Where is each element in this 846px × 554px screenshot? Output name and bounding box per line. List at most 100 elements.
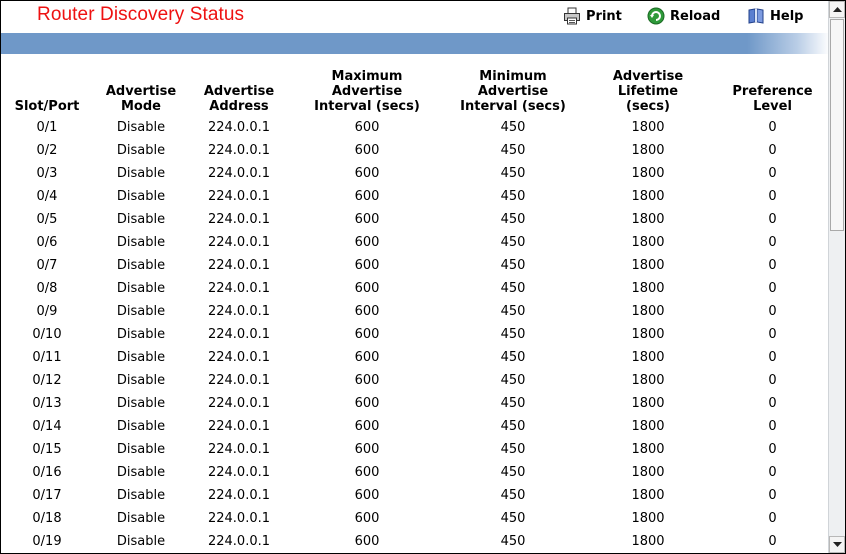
cell-advertise-address: 224.0.0.1 — [207, 304, 271, 319]
cell-min-interval: 450 — [500, 373, 526, 388]
cell-lifetime: 1800 — [631, 120, 665, 135]
page-title: Router Discovery Status — [37, 4, 245, 25]
cell-slot-port: 0/2 — [36, 143, 58, 158]
header-advertise-address: Advertise Address — [203, 84, 275, 114]
cell-lifetime: 1800 — [631, 327, 665, 342]
cell-min-interval: 450 — [500, 442, 526, 457]
cell-preference-level: 0 — [768, 396, 777, 411]
table-row: 0/7 Disable 224.0.0.1 600 450 1800 0 — [1, 254, 830, 277]
cell-lifetime: 1800 — [631, 373, 665, 388]
cell-min-interval: 450 — [500, 189, 526, 204]
cell-min-interval: 450 — [500, 281, 526, 296]
cell-advertise-address: 224.0.0.1 — [207, 534, 271, 549]
cell-advertise-address: 224.0.0.1 — [207, 281, 271, 296]
cell-advertise-address: 224.0.0.1 — [207, 258, 271, 273]
cell-preference-level: 0 — [768, 373, 777, 388]
scroll-down-button[interactable] — [829, 536, 845, 553]
cell-advertise-address: 224.0.0.1 — [207, 419, 271, 434]
cell-slot-port: 0/12 — [32, 373, 62, 388]
cell-preference-level: 0 — [768, 488, 777, 503]
cell-advertise-address: 224.0.0.1 — [207, 212, 271, 227]
cell-advertise-mode: Disable — [116, 442, 166, 457]
vertical-scrollbar[interactable] — [828, 1, 845, 553]
cell-advertise-address: 224.0.0.1 — [207, 511, 271, 526]
header-max-advertise-interval: Maximum Advertise Interval (secs) — [314, 69, 420, 114]
cell-max-interval: 600 — [354, 189, 380, 204]
cell-advertise-mode: Disable — [116, 373, 166, 388]
cell-slot-port: 0/7 — [36, 258, 58, 273]
cell-advertise-mode: Disable — [116, 304, 166, 319]
cell-slot-port: 0/18 — [32, 511, 62, 526]
cell-advertise-mode: Disable — [116, 281, 166, 296]
table-row: 0/9 Disable 224.0.0.1 600 450 1800 0 — [1, 300, 830, 323]
cell-slot-port: 0/8 — [36, 281, 58, 296]
cell-slot-port: 0/6 — [36, 235, 58, 250]
cell-min-interval: 450 — [500, 350, 526, 365]
cell-lifetime: 1800 — [631, 442, 665, 457]
cell-lifetime: 1800 — [631, 534, 665, 549]
cell-advertise-mode: Disable — [116, 258, 166, 273]
header-slot-port: Slot/Port — [14, 99, 80, 114]
cell-min-interval: 450 — [500, 166, 526, 181]
cell-advertise-address: 224.0.0.1 — [207, 373, 271, 388]
cell-max-interval: 600 — [354, 511, 380, 526]
reload-label: Reload — [670, 8, 721, 24]
cell-max-interval: 600 — [354, 396, 380, 411]
cell-advertise-mode: Disable — [116, 166, 166, 181]
cell-min-interval: 450 — [500, 120, 526, 135]
help-button[interactable]: Help — [747, 7, 803, 25]
cell-slot-port: 0/3 — [36, 166, 58, 181]
cell-preference-level: 0 — [768, 281, 777, 296]
cell-preference-level: 0 — [768, 304, 777, 319]
cell-max-interval: 600 — [354, 281, 380, 296]
table-row: 0/11 Disable 224.0.0.1 600 450 1800 0 — [1, 346, 830, 369]
cell-advertise-address: 224.0.0.1 — [207, 189, 271, 204]
cell-advertise-address: 224.0.0.1 — [207, 235, 271, 250]
reload-button[interactable]: Reload — [647, 7, 720, 25]
cell-lifetime: 1800 — [631, 143, 665, 158]
cell-slot-port: 0/5 — [36, 212, 58, 227]
header-advertise-mode: Advertise Mode — [105, 84, 177, 114]
table-row: 0/4 Disable 224.0.0.1 600 450 1800 0 — [1, 185, 830, 208]
table-row: 0/14 Disable 224.0.0.1 600 450 1800 0 — [1, 415, 830, 438]
cell-preference-level: 0 — [768, 511, 777, 526]
table-row: 0/6 Disable 224.0.0.1 600 450 1800 0 — [1, 231, 830, 254]
header-advertise-lifetime: Advertise Lifetime (secs) — [612, 69, 684, 114]
cell-preference-level: 0 — [768, 212, 777, 227]
cell-slot-port: 0/10 — [32, 327, 62, 342]
table-row: 0/17 Disable 224.0.0.1 600 450 1800 0 — [1, 484, 830, 507]
table-row: 0/12 Disable 224.0.0.1 600 450 1800 0 — [1, 369, 830, 392]
cell-lifetime: 1800 — [631, 511, 665, 526]
table-row: 0/1 Disable 224.0.0.1 600 450 1800 0 — [1, 116, 830, 139]
table-row: 0/18 Disable 224.0.0.1 600 450 1800 0 — [1, 507, 830, 530]
cell-min-interval: 450 — [500, 212, 526, 227]
cell-slot-port: 0/11 — [32, 350, 62, 365]
header-bar — [1, 33, 830, 54]
cell-max-interval: 600 — [354, 488, 380, 503]
cell-max-interval: 600 — [354, 304, 380, 319]
cell-min-interval: 450 — [500, 465, 526, 480]
cell-slot-port: 0/15 — [32, 442, 62, 457]
cell-lifetime: 1800 — [631, 281, 665, 296]
reload-icon — [647, 7, 665, 25]
cell-max-interval: 600 — [354, 327, 380, 342]
cell-slot-port: 0/16 — [32, 465, 62, 480]
scroll-up-button[interactable] — [829, 1, 845, 18]
router-discovery-table: Slot/Port Advertise Mode Advertise Address… — [1, 69, 830, 553]
title-bar: Router Discovery Status Print Reload Hel… — [1, 1, 830, 32]
cell-min-interval: 450 — [500, 488, 526, 503]
print-button[interactable]: Print — [563, 7, 622, 25]
cell-preference-level: 0 — [768, 120, 777, 135]
cell-advertise-mode: Disable — [116, 534, 166, 549]
cell-max-interval: 600 — [354, 166, 380, 181]
cell-slot-port: 0/14 — [32, 419, 62, 434]
cell-lifetime: 1800 — [631, 396, 665, 411]
cell-advertise-address: 224.0.0.1 — [207, 166, 271, 181]
cell-preference-level: 0 — [768, 442, 777, 457]
arrow-up-icon — [833, 7, 842, 12]
cell-max-interval: 600 — [354, 143, 380, 158]
cell-advertise-mode: Disable — [116, 488, 166, 503]
cell-preference-level: 0 — [768, 166, 777, 181]
cell-lifetime: 1800 — [631, 212, 665, 227]
scroll-thumb[interactable] — [830, 19, 844, 231]
